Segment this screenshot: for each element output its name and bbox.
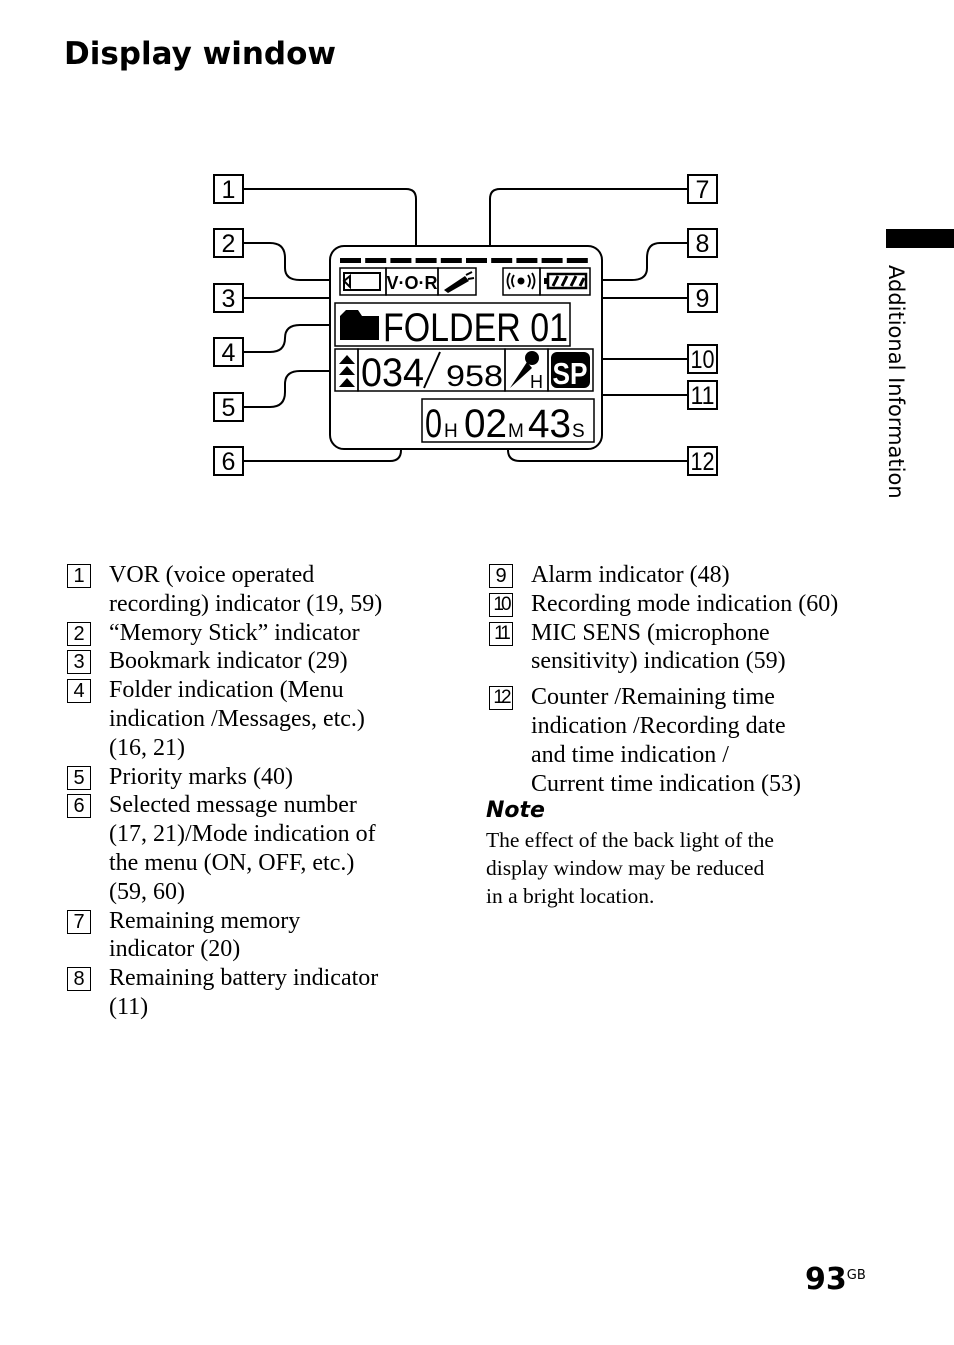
vor-indicator: V·O·R bbox=[387, 273, 438, 293]
item-text: Bookmark indicator (29) bbox=[109, 648, 348, 675]
list-item: 12 Counter /Remaining time indication /Rec… bbox=[489, 683, 889, 798]
list-item: 3 Bookmark indicator (29) bbox=[67, 647, 447, 676]
memory-segment bbox=[390, 258, 412, 263]
svg-text:H: H bbox=[444, 421, 458, 442]
item-text: the menu (ON, OFF, etc.) bbox=[109, 849, 355, 876]
item-text: “Memory Stick” indicator bbox=[109, 619, 360, 646]
list-item: 1 VOR (voice operated recording) indicator… bbox=[67, 561, 447, 619]
item-number: 9 bbox=[489, 564, 513, 588]
item-text: (11) bbox=[109, 993, 149, 1020]
callout-number: 2 bbox=[222, 230, 236, 258]
memory-segment bbox=[491, 258, 513, 263]
item-number: 5 bbox=[67, 765, 91, 790]
list-item: 2 “Memory Stick” indicator bbox=[67, 619, 447, 648]
list-item: 9 Alarm indicator (48) bbox=[489, 561, 889, 590]
note-text: The effect of the back light of the displ… bbox=[486, 828, 774, 908]
item-text: indication /Recording date bbox=[531, 712, 786, 739]
left-item-list: 1 VOR (voice operated recording) indicator… bbox=[67, 561, 447, 1022]
callout-number: 8 bbox=[696, 230, 710, 258]
folder-indication: FOLDER 01 bbox=[383, 306, 568, 350]
callout-number: 12 bbox=[691, 448, 715, 476]
svg-text:43: 43 bbox=[528, 402, 571, 446]
item-text: Priority marks (40) bbox=[109, 763, 293, 790]
right-item-list: 9 Alarm indicator (48) 10 Recording mode in… bbox=[489, 561, 889, 798]
item-text: Remaining memory bbox=[109, 907, 301, 934]
item-number: 7 bbox=[67, 909, 91, 934]
callout-number: 3 bbox=[222, 285, 236, 313]
item-text: Remaining battery indicator bbox=[109, 965, 379, 992]
section-label: Additional Information bbox=[884, 265, 908, 499]
item-text: recording) indicator (19, 59) bbox=[109, 590, 383, 617]
list-item: 7 Remaining memory indicator (20) bbox=[67, 907, 447, 965]
callout-number: 6 bbox=[222, 448, 236, 476]
memory-segment bbox=[566, 258, 588, 263]
item-text: sensitivity) indication (59) bbox=[531, 648, 786, 675]
callout-number: 9 bbox=[696, 285, 710, 313]
message-number: 034 bbox=[361, 351, 424, 395]
callout-number: 4 bbox=[222, 339, 236, 367]
list-item: 10 Recording mode indication (60) bbox=[489, 590, 889, 619]
item-text: VOR (voice operated bbox=[109, 562, 315, 588]
list-item: 4 Folder indication (Menu indication /Mess… bbox=[67, 676, 447, 762]
memory-segment bbox=[541, 258, 563, 263]
item-text: (17, 21)/Mode indication of bbox=[109, 821, 376, 848]
memory-segment bbox=[340, 258, 361, 263]
callout-number: 5 bbox=[222, 394, 236, 422]
item-number: 4 bbox=[67, 679, 91, 704]
svg-text:0: 0 bbox=[425, 402, 442, 446]
svg-text:02: 02 bbox=[464, 402, 507, 446]
page-number: 93GB bbox=[805, 1262, 866, 1297]
callout-number: 11 bbox=[691, 382, 715, 410]
mic-sens-level: H bbox=[530, 372, 543, 392]
list-item: 11 MIC SENS (microphone sensitivity) indic… bbox=[489, 619, 889, 677]
item-number: 1 bbox=[67, 564, 91, 588]
item-text: (59, 60) bbox=[109, 878, 185, 905]
svg-text:S: S bbox=[572, 421, 585, 442]
item-number: 10 bbox=[489, 592, 513, 617]
memory-segment bbox=[466, 258, 487, 263]
list-item: 5 Priority marks (40) bbox=[67, 763, 447, 792]
item-text: Counter /Remaining time bbox=[531, 684, 775, 711]
item-number: 12 bbox=[489, 686, 513, 711]
memory-segment bbox=[415, 258, 437, 263]
message-total: 958 bbox=[446, 360, 503, 393]
item-text: Alarm indicator (48) bbox=[531, 562, 730, 588]
item-number: 2 bbox=[67, 621, 91, 646]
memory-segment bbox=[365, 258, 387, 263]
item-text: indicator (20) bbox=[109, 936, 241, 963]
svg-text:M: M bbox=[508, 421, 524, 442]
recording-mode: SP bbox=[553, 356, 588, 391]
memory-segment bbox=[440, 258, 462, 263]
item-text: (16, 21) bbox=[109, 734, 185, 761]
note-heading: Note bbox=[486, 798, 545, 823]
memory-segment bbox=[516, 258, 538, 263]
item-text: and time indication / bbox=[531, 741, 729, 768]
item-text: MIC SENS (microphone bbox=[531, 619, 770, 646]
callout-number: 1 bbox=[222, 176, 236, 204]
item-text: Selected message number bbox=[109, 792, 357, 819]
item-text: Current time indication (53) bbox=[531, 770, 801, 797]
lcd-panel: V·O·R FOLDER 01 034 958 H SP 0 H 02 M 43… bbox=[329, 245, 603, 450]
list-item: 8 Remaining battery indicator (11) bbox=[67, 964, 447, 1022]
item-number: 6 bbox=[67, 794, 91, 819]
item-number: 11 bbox=[489, 621, 513, 646]
display-window-diagram: 123456 789101112 V·O·R FOLDER 01 034 958 bbox=[213, 174, 718, 476]
list-item: 6 Selected message number (17, 21)/Mode in… bbox=[67, 791, 447, 906]
item-text: indication /Messages, etc.) bbox=[109, 705, 365, 732]
section-tab-marker bbox=[886, 229, 954, 248]
item-number: 3 bbox=[67, 650, 91, 675]
callout-number: 10 bbox=[691, 346, 715, 374]
callout-number: 7 bbox=[696, 176, 710, 204]
item-text: Recording mode indication (60) bbox=[531, 590, 839, 617]
item-number: 8 bbox=[67, 967, 91, 992]
item-text: Folder indication (Menu bbox=[109, 677, 344, 704]
